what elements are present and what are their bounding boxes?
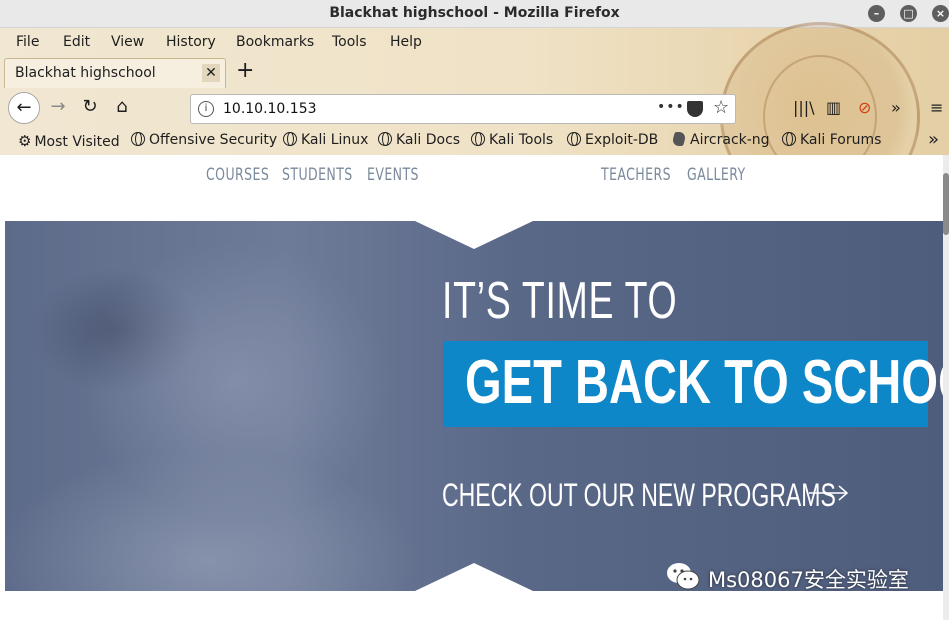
back-icon[interactable]: ← xyxy=(8,92,40,124)
globe-icon xyxy=(782,132,796,146)
page-actions-icon[interactable]: ••• xyxy=(657,99,685,115)
bookmark-label: Kali Docs xyxy=(396,132,461,148)
hero-bottom-notch xyxy=(415,563,533,591)
hero-banner-text: GET BACK TO SCHOOL xyxy=(465,348,943,417)
menu-view[interactable]: View xyxy=(111,34,144,50)
library-icon[interactable]: |||\ xyxy=(793,98,815,117)
site-info-icon[interactable]: i xyxy=(198,101,214,117)
hero-banner: GET BACK TO SCHOOL xyxy=(443,341,943,427)
menu-tools[interactable]: Tools xyxy=(332,34,367,50)
site-nav-teachers[interactable]: TEACHERS xyxy=(601,165,671,185)
site-nav-students[interactable]: STUDENTS xyxy=(282,165,353,185)
globe-icon xyxy=(378,132,392,146)
globe-icon xyxy=(471,132,485,146)
home-icon[interactable]: ⌂ xyxy=(106,92,138,122)
bookmark-star-icon[interactable]: ☆ xyxy=(713,97,729,118)
page-scrollbar[interactable] xyxy=(943,155,949,620)
tab-active[interactable]: Blackhat highschool ✕ xyxy=(4,58,226,88)
new-tab-icon[interactable]: + xyxy=(236,60,254,82)
navigation-toolbar: ← → ↻ ⌂ i 10.10.10.153 ••• ☆ |||\ ▥ ⊘ » … xyxy=(0,88,949,126)
forward-icon[interactable]: → xyxy=(42,92,74,122)
reload-icon[interactable]: ↻ xyxy=(74,92,106,122)
web-page: COURSES STUDENTS EVENTS TEACHERS GALLERY… xyxy=(5,155,943,620)
gear-icon: ⚙ xyxy=(18,132,32,150)
bookmark-kali-linux[interactable]: Kali Linux xyxy=(283,132,368,148)
hero-cta-link[interactable]: CHECK OUT OUR NEW PROGRAMS xyxy=(442,477,836,514)
bookmark-most-visited[interactable]: ⚙ Most Visited xyxy=(18,132,120,150)
hero-top-notch xyxy=(415,221,533,249)
minimize-icon[interactable]: – xyxy=(868,5,885,22)
menu-file[interactable]: File xyxy=(16,34,39,50)
globe-icon xyxy=(131,132,145,146)
bookmark-label: Aircrack-ng xyxy=(690,132,770,148)
sidebar-icon[interactable]: ▥ xyxy=(826,98,841,117)
wechat-icon xyxy=(667,563,700,590)
site-nav-gallery[interactable]: GALLERY xyxy=(687,165,746,185)
site-nav-events[interactable]: EVENTS xyxy=(367,165,419,185)
bookmark-exploit-db[interactable]: Exploit-DB xyxy=(567,132,658,148)
bookmarks-toolbar: ⚙ Most Visited Offensive Security Kali Li… xyxy=(0,127,949,155)
bookmark-aircrack-ng[interactable]: Aircrack-ng xyxy=(671,132,770,148)
leaf-icon xyxy=(671,132,687,146)
watermark-text: Ms08067安全实验室 xyxy=(708,568,909,592)
tab-title: Blackhat highschool xyxy=(15,65,156,81)
menu-bar: File Edit View History Bookmarks Tools H… xyxy=(0,28,949,56)
menu-edit[interactable]: Edit xyxy=(63,34,90,50)
arrow-right-icon[interactable] xyxy=(809,485,849,501)
bookmark-kali-docs[interactable]: Kali Docs xyxy=(378,132,460,148)
bookmark-label: Offensive Security xyxy=(149,132,278,148)
window-title: Blackhat highschool - Mozilla Firefox xyxy=(329,5,620,21)
bookmark-offensive-security[interactable]: Offensive Security xyxy=(131,132,277,148)
menu-history[interactable]: History xyxy=(166,34,216,50)
hero-slider: IT’S TIME TO GET BACK TO SCHOOL CHECK OU… xyxy=(5,221,943,591)
close-window-icon[interactable]: × xyxy=(932,5,949,22)
url-text[interactable]: 10.10.10.153 xyxy=(223,101,317,117)
bookmark-kali-forums[interactable]: Kali Forums xyxy=(782,132,881,148)
bookmark-label: Kali Forums xyxy=(800,132,882,148)
bookmark-label: Kali Linux xyxy=(301,132,369,148)
overflow-icon[interactable]: » xyxy=(891,98,901,117)
bookmark-label: Exploit-DB xyxy=(585,132,659,148)
url-bar[interactable]: i 10.10.10.153 ••• ☆ xyxy=(190,94,736,124)
pocket-icon[interactable] xyxy=(687,101,703,117)
globe-icon xyxy=(567,132,581,146)
maximize-icon[interactable]: □ xyxy=(900,5,917,22)
globe-icon xyxy=(283,132,297,146)
browser-chrome: File Edit View History Bookmarks Tools H… xyxy=(0,22,949,212)
hero-headline: IT’S TIME TO xyxy=(442,272,678,330)
bookmarks-overflow-icon[interactable]: » xyxy=(928,129,939,150)
site-nav-courses[interactable]: COURSES xyxy=(206,165,269,185)
tab-close-icon[interactable]: ✕ xyxy=(202,64,220,82)
scrollbar-thumb[interactable] xyxy=(943,173,949,235)
bookmark-label: Most Visited xyxy=(34,134,120,150)
hamburger-menu-icon[interactable]: ≡ xyxy=(930,98,943,117)
bookmark-kali-tools[interactable]: Kali Tools xyxy=(471,132,553,148)
menu-bookmarks[interactable]: Bookmarks xyxy=(236,34,314,50)
menu-help[interactable]: Help xyxy=(390,34,422,50)
addon-icon[interactable]: ⊘ xyxy=(858,98,871,117)
bookmark-label: Kali Tools xyxy=(489,132,554,148)
